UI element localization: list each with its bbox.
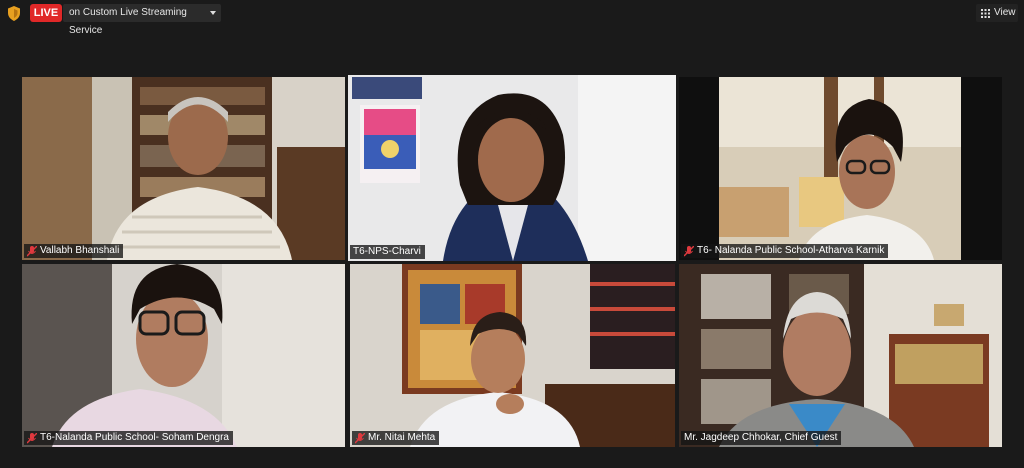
participant-name: T6-Nalanda Public School- Soham Dengra <box>40 432 229 443</box>
live-stream-dropdown[interactable]: on Custom Live Streaming Service <box>63 4 221 36</box>
video-tile[interactable]: Mr. Nitai Mehta <box>350 264 675 447</box>
video-tile[interactable]: T6- Nalanda Public School-Atharva Karnik <box>679 77 1002 260</box>
video-tile[interactable]: T6-Nalanda Public School- Soham Dengra <box>22 264 345 447</box>
view-button[interactable]: View <box>976 4 1018 22</box>
meeting-top-bar: LIVE on Custom Live Streaming Service Vi… <box>0 0 1024 36</box>
microphone-muted-icon <box>27 245 37 256</box>
participant-video <box>679 77 1002 260</box>
participant-name: Vallabh Bhanshali <box>40 245 120 256</box>
stream-service-label: on Custom Live Streaming Service <box>69 7 187 36</box>
video-tile[interactable]: Vallabh Bhanshali <box>22 77 345 260</box>
participant-video <box>348 75 676 261</box>
participant-video <box>350 264 675 447</box>
video-tile[interactable]: Mr. Jagdeep Chhokar, Chief Guest <box>679 264 1002 447</box>
participant-video <box>679 264 1002 447</box>
chevron-down-icon <box>210 11 216 15</box>
microphone-muted-icon <box>27 432 37 443</box>
live-badge[interactable]: LIVE <box>30 4 62 22</box>
security-shield-icon[interactable] <box>7 6 21 21</box>
participant-name-tag: T6-Nalanda Public School- Soham Dengra <box>24 431 233 445</box>
grid-view-icon <box>981 9 990 18</box>
video-tile-active-speaker[interactable]: T6-NPS-Charvi <box>348 75 676 261</box>
participant-name: T6- Nalanda Public School-Atharva Karnik <box>697 245 885 256</box>
microphone-muted-icon <box>355 432 365 443</box>
participant-name-tag: Vallabh Bhanshali <box>24 244 124 258</box>
participant-name-tag: Mr. Nitai Mehta <box>352 431 440 445</box>
participant-video <box>22 77 345 260</box>
participant-name: T6-NPS-Charvi <box>353 246 421 257</box>
participant-name-tag: T6- Nalanda Public School-Atharva Karnik <box>681 244 889 258</box>
view-label: View <box>994 7 1016 18</box>
participant-video <box>22 264 345 447</box>
participant-name: Mr. Nitai Mehta <box>368 432 436 443</box>
participant-name-tag: T6-NPS-Charvi <box>350 245 425 259</box>
participant-name: Mr. Jagdeep Chhokar, Chief Guest <box>684 432 838 443</box>
participant-name-tag: Mr. Jagdeep Chhokar, Chief Guest <box>681 431 842 445</box>
microphone-muted-icon <box>684 245 694 256</box>
